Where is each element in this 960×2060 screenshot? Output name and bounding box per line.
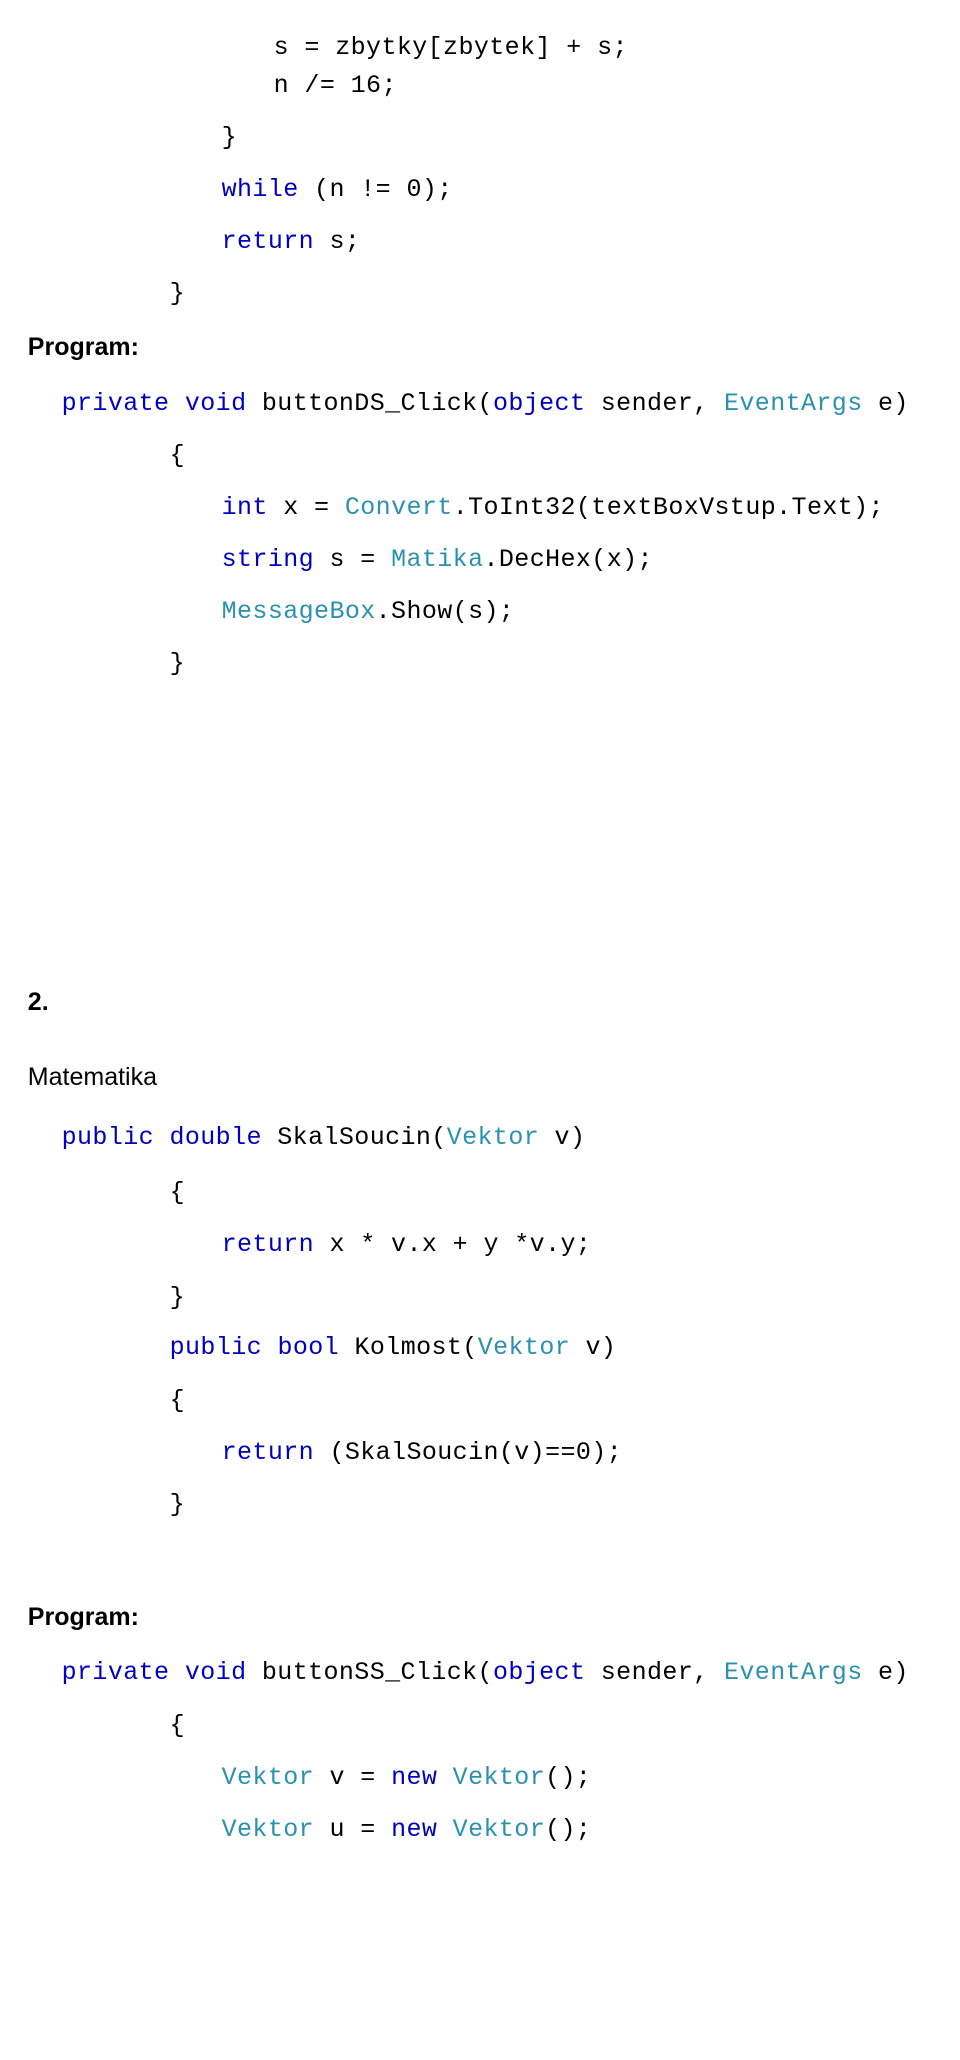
code-type: Vektor [446, 1123, 540, 1152]
code-text: s; [314, 227, 361, 256]
section-number-label: 2. [27, 988, 49, 1016]
code-keyword: private [61, 389, 170, 418]
code-keyword: object [492, 1658, 586, 1687]
code-type: Vektor [477, 1333, 571, 1362]
code-type: Vektor [221, 1815, 315, 1844]
code-text: { [169, 1711, 186, 1740]
code-keyword: object [492, 389, 586, 418]
code-text: .ToInt32(textBoxVstup.Text); [452, 493, 884, 522]
code-text: s = [314, 545, 392, 574]
code-text: } [169, 1490, 186, 1519]
code-keyword: private [61, 1658, 170, 1687]
code-text: (SkalSoucin(v)==0); [314, 1438, 623, 1467]
code-type: Convert [344, 493, 453, 522]
code-text: x * v.x + y *v.y; [314, 1230, 592, 1259]
code-text: .Show(s); [375, 597, 515, 626]
code-type: Matika [391, 545, 484, 574]
code-text: (); [545, 1763, 592, 1792]
code-text: (); [545, 1815, 592, 1844]
code-text: } [221, 123, 238, 152]
code-text: } [169, 649, 186, 678]
code-text: e) [862, 1658, 909, 1687]
code-text: sender, [585, 389, 724, 418]
code-text: { [169, 1178, 186, 1207]
code-text: { [169, 441, 186, 470]
code-type: MessageBox [221, 597, 376, 626]
code-keyword: double [169, 1123, 262, 1152]
code-type: EventArgs [723, 1658, 863, 1687]
code-text: v) [539, 1123, 586, 1152]
code-method-name: buttonSS_Click( [261, 1658, 493, 1687]
code-text: u = [314, 1815, 392, 1844]
code-text: .DecHex(x); [483, 545, 653, 574]
code-text: v = [314, 1763, 392, 1792]
program-heading-label: Program: [27, 1603, 139, 1631]
code-keyword: int [221, 493, 268, 522]
code-text: { [169, 1386, 186, 1415]
section-title-label: Matematika [27, 1063, 158, 1091]
code-type: Vektor [221, 1763, 315, 1792]
code-method-name: buttonDS_Click( [261, 389, 493, 418]
code-keyword: string [221, 545, 315, 574]
section-number: 2. [0, 965, 960, 1040]
code-type: EventArgs [723, 389, 863, 418]
program-heading-label: Program: [27, 333, 139, 361]
code-keyword: new [391, 1815, 438, 1844]
code-text: x = [267, 493, 345, 522]
code-method-name: Kolmost( [339, 1333, 478, 1362]
code-keyword: void [184, 1658, 247, 1687]
code-keyword: while [221, 175, 299, 204]
code-text: (n != 0); [298, 175, 453, 204]
code-type: Vektor [437, 1815, 546, 1844]
code-text: } [169, 1283, 186, 1312]
code-line-brace: } [0, 626, 960, 701]
document-page: s = zbytky[zbytek] + s; n /= 16; } while… [0, 0, 960, 2060]
code-keyword: return [221, 1438, 315, 1467]
code-keyword: new [391, 1763, 438, 1792]
code-text: } [169, 279, 186, 308]
code-line: Vektor u = new Vektor(); [0, 1792, 960, 1867]
code-method-name: SkalSoucin( [261, 1123, 447, 1152]
code-keyword: bool [277, 1333, 340, 1362]
code-text: e) [862, 389, 909, 418]
code-keyword: void [184, 389, 247, 418]
code-type: Vektor [437, 1763, 546, 1792]
code-text: sender, [585, 1658, 724, 1687]
code-text: n /= 16; [273, 71, 397, 100]
code-keyword: public [169, 1333, 263, 1362]
code-keyword: public [61, 1123, 155, 1152]
code-keyword: return [221, 1230, 315, 1259]
code-line-brace: } [0, 1467, 960, 1542]
code-keyword: return [221, 227, 315, 256]
code-text: v) [570, 1333, 617, 1362]
